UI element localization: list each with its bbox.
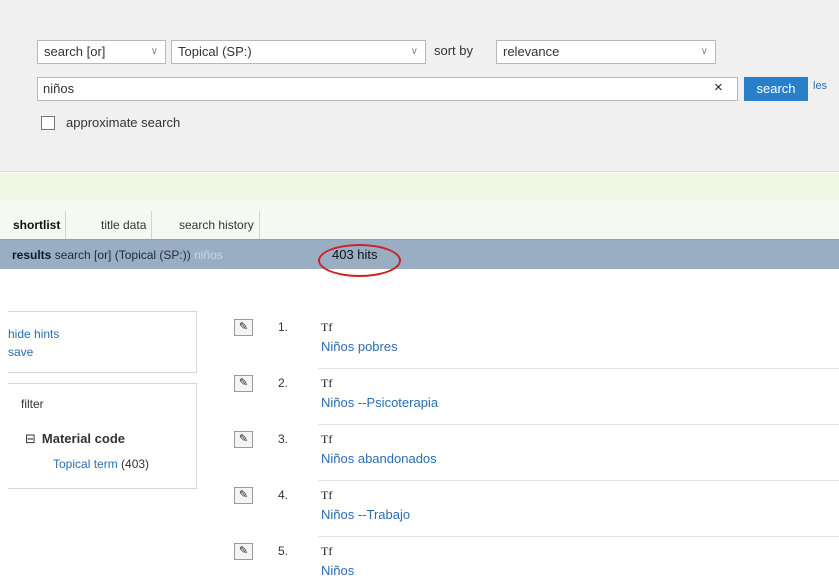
list-item: ✎ 4. Tf Niños --Trabajo [234,481,839,537]
result-title-link[interactable]: Niños --Trabajo [321,507,410,522]
tab-title-data[interactable]: title data [96,211,153,239]
result-number: 5. [278,544,289,558]
list-item: ✎ 2. Tf Niños --Psicoterapia [234,369,839,425]
chevron-down-icon: ∨ [150,46,158,57]
sort-select[interactable]: relevance ∨ [496,40,716,64]
chevron-down-icon: ∨ [410,46,418,57]
save-link[interactable]: save [8,345,33,359]
results-term: niños [194,248,223,262]
list-item: ✎ 5. Tf Niños [234,537,839,583]
hide-hints-link[interactable]: hide hints [8,327,59,341]
result-number: 3. [278,432,289,446]
search-input-value: niños [43,81,75,96]
results-label: results [12,248,52,262]
approximate-search-checkbox[interactable] [41,116,55,130]
hits-highlight-circle [318,244,401,277]
list-item: ✎ 1. Tf Niños pobres [234,313,839,369]
result-type: Tf [321,488,333,502]
result-title-link[interactable]: Niños abandonados [321,451,437,466]
filter-label: filter [21,397,44,411]
hints-box [8,311,197,373]
result-number: 1. [278,320,289,334]
sort-label: sort by [434,43,474,58]
filter-item-label: Topical term [53,457,118,471]
sort-select-value: relevance [503,44,560,59]
filter-group-material-code[interactable]: ⊟ Material code [25,431,125,447]
operator-select-value: search [or] [44,44,106,59]
collapse-icon[interactable]: ⊟ [25,431,36,447]
record-icon[interactable]: ✎ [234,375,253,392]
tab-shortlist[interactable]: shortlist [8,211,67,239]
result-number: 2. [278,376,289,390]
list-item: ✎ 3. Tf Niños abandonados [234,425,839,481]
field-select-value: Topical (SP:) [178,44,252,59]
approximate-search-label: approximate search [66,115,181,130]
record-icon[interactable]: ✎ [234,319,253,336]
tab-search-history[interactable]: search history [174,211,260,239]
less-link[interactable]: les [813,80,839,92]
result-title-link[interactable]: Niños pobres [321,339,398,354]
results-description: search [or] (Topical (SP:)) [54,248,191,262]
operator-select[interactable]: search [or] ∨ [37,40,166,64]
filter-group-label: Material code [41,431,125,446]
result-type: Tf [321,432,333,446]
record-icon[interactable]: ✎ [234,487,253,504]
search-panel: search [or] ∨ Topical (SP:) ∨ sort by re… [0,0,839,172]
result-type: Tf [321,376,333,390]
results-summary: results search [or] (Topical (SP:)) niño… [12,248,223,262]
chevron-down-icon: ∨ [700,46,708,57]
spacer-band [0,173,839,199]
filter-item-topical-term[interactable]: Topical term (403) [53,457,149,471]
record-icon[interactable]: ✎ [234,431,253,448]
result-type: Tf [321,544,333,558]
record-icon[interactable]: ✎ [234,543,253,560]
search-input[interactable]: niños [37,77,738,101]
field-select[interactable]: Topical (SP:) ∨ [171,40,426,64]
result-type: Tf [321,320,333,334]
close-icon[interactable]: × [714,79,723,96]
filter-item-count: (403) [121,457,150,471]
result-title-link[interactable]: Niños [321,563,354,578]
result-number: 4. [278,488,289,502]
result-title-link[interactable]: Niños --Psicoterapia [321,395,438,410]
search-button[interactable]: search [744,77,808,101]
